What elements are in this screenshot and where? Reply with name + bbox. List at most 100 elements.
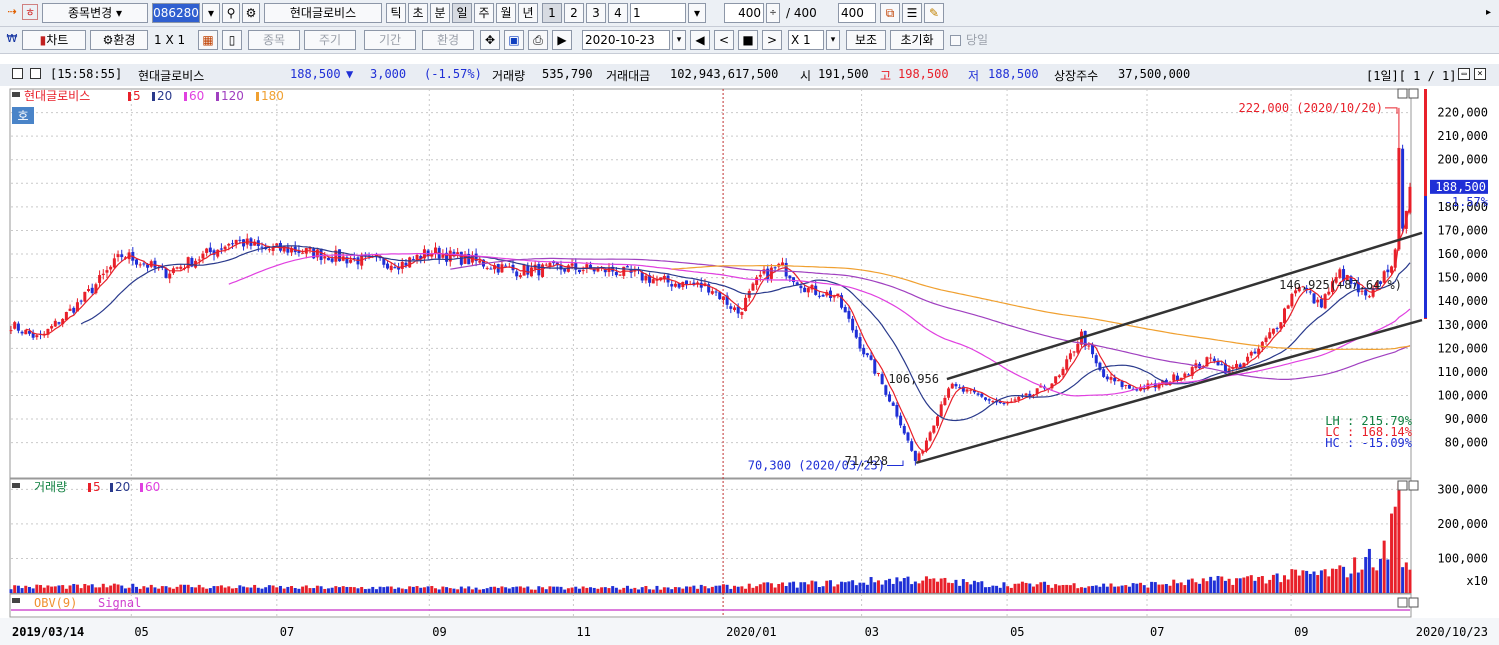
count-dropdown-button[interactable]: ▾ (688, 3, 706, 23)
volume-bar (1290, 569, 1294, 593)
period-month[interactable]: 월 (496, 3, 516, 23)
candle-body (1290, 293, 1294, 307)
price-tick-label: 90,000 (1445, 412, 1488, 426)
period-minute[interactable]: 분 (430, 3, 450, 23)
volume-bar (1164, 583, 1168, 593)
volume-bar (190, 587, 194, 593)
cycle-button[interactable]: 주기 (304, 30, 356, 50)
stock-code-input[interactable]: 086280 (152, 3, 200, 23)
candle-body (1068, 353, 1072, 360)
number-2[interactable]: 2 (564, 3, 584, 23)
candle-body (1024, 393, 1028, 396)
aux-button[interactable]: 보조 (846, 30, 886, 50)
candle-body (976, 393, 980, 395)
candle-body (1183, 373, 1187, 378)
count-input[interactable]: 1 (630, 3, 686, 23)
volume-bar (563, 589, 567, 593)
volume-bar (600, 587, 604, 593)
display-count-input[interactable]: 400 (724, 3, 764, 23)
period-tick[interactable]: 틱 (386, 3, 406, 23)
multiplier-select[interactable]: X 1 (788, 30, 824, 50)
x-tick-label: 05 (1010, 625, 1024, 639)
list-icon[interactable]: ☰ (902, 3, 922, 23)
candle-body (806, 288, 810, 293)
candle-body (201, 253, 205, 259)
won-icon[interactable]: ₩ (4, 31, 20, 47)
number-4[interactable]: 4 (608, 3, 628, 23)
count-box[interactable]: 400 (838, 3, 876, 23)
volume-bar (721, 584, 725, 593)
settings-icon[interactable]: ⚙ (242, 3, 260, 23)
grid-icon[interactable]: ▦ (198, 30, 218, 50)
print-icon[interactable]: ⎙ (528, 30, 548, 50)
volume-bar (1275, 573, 1279, 593)
info-close-icon[interactable]: × (1474, 68, 1486, 80)
period-second[interactable]: 초 (408, 3, 428, 23)
today-checkbox[interactable] (950, 35, 961, 46)
reset-button[interactable]: 초기화 (890, 30, 944, 50)
volume-legend-item: 20 (115, 480, 130, 494)
volume-bar (972, 580, 976, 593)
volume-bar (1087, 586, 1091, 593)
env2-button[interactable]: 환경 (422, 30, 474, 50)
period-day[interactable]: 일 (452, 3, 472, 23)
volume-bar (574, 586, 578, 593)
expand-arrow-icon[interactable]: ▸ (1486, 3, 1491, 23)
crosshair-icon[interactable]: ✥ (480, 30, 500, 50)
candle-body (1054, 376, 1058, 384)
spin-button[interactable]: ÷ (766, 3, 780, 23)
link-icon[interactable]: ⇢ (4, 4, 20, 20)
volume-bar (400, 588, 404, 593)
chart-button[interactable]: ▮차트 (22, 30, 86, 50)
period-year[interactable]: 년 (518, 3, 538, 23)
period-button[interactable]: 기간 (364, 30, 416, 50)
save-icon[interactable]: ▣ (504, 30, 524, 50)
candle-body (1102, 369, 1106, 377)
candle-body (710, 291, 714, 294)
info-checkbox[interactable] (30, 68, 41, 79)
volume-bar (515, 586, 519, 593)
date-dropdown-button[interactable]: ▾ (672, 30, 686, 50)
stock-change-select[interactable]: 종목변경 ▾ (42, 3, 148, 23)
item-button[interactable]: 종목 (248, 30, 300, 50)
info-toggle-icon[interactable] (12, 68, 23, 79)
candle-body (433, 247, 437, 254)
candle-body (902, 426, 906, 434)
split-icon[interactable]: ▯ (222, 30, 242, 50)
volume-bar (1031, 586, 1035, 593)
volume-bar (924, 576, 928, 593)
stock-chart[interactable]: 80,000 90,000 100,000 110,000 120,000 130,000… (0, 86, 1499, 645)
volume-bar (253, 584, 257, 593)
volume-bar (629, 588, 633, 593)
right-point-label: 146,925(+87.64 %) (1279, 278, 1402, 292)
code-dropdown-button[interactable]: ▾ (202, 3, 220, 23)
stock-search-icon[interactable]: ㅎ (22, 4, 38, 20)
candle-body (740, 312, 744, 315)
search-icon[interactable]: ⚲ (222, 3, 240, 23)
candle-body (817, 295, 821, 297)
volume-bar (378, 586, 382, 593)
prev-fast-icon[interactable]: ◀ (690, 30, 710, 50)
number-3[interactable]: 3 (586, 3, 606, 23)
price-tick-label: 150,000 (1437, 271, 1488, 285)
stock-name-field[interactable]: 현대글로비스 (264, 3, 382, 23)
volume-bar (308, 588, 312, 593)
new-window-icon[interactable]: ⧉ (880, 3, 900, 23)
candle-body (1061, 368, 1065, 376)
env-button[interactable]: ⚙환경 (90, 30, 148, 50)
multiplier-dropdown-button[interactable]: ▾ (826, 30, 840, 50)
number-1[interactable]: 1 (542, 3, 562, 23)
info-restore-icon[interactable]: ▭ (1458, 68, 1470, 80)
play-icon[interactable]: ▶ (552, 30, 572, 50)
next-icon[interactable]: > (762, 30, 782, 50)
period-week[interactable]: 주 (474, 3, 494, 23)
prev-icon[interactable]: < (714, 30, 734, 50)
volume-bar (1175, 583, 1179, 593)
stop-icon[interactable]: ■ (738, 30, 758, 50)
volume-bar (441, 586, 445, 593)
volume-bar (806, 584, 810, 593)
price-panel-close-icon (1408, 88, 1419, 99)
indicator-icon[interactable]: ✎ (924, 3, 944, 23)
date-input[interactable]: 2020-10-23 (582, 30, 670, 50)
candle-body (101, 273, 105, 276)
